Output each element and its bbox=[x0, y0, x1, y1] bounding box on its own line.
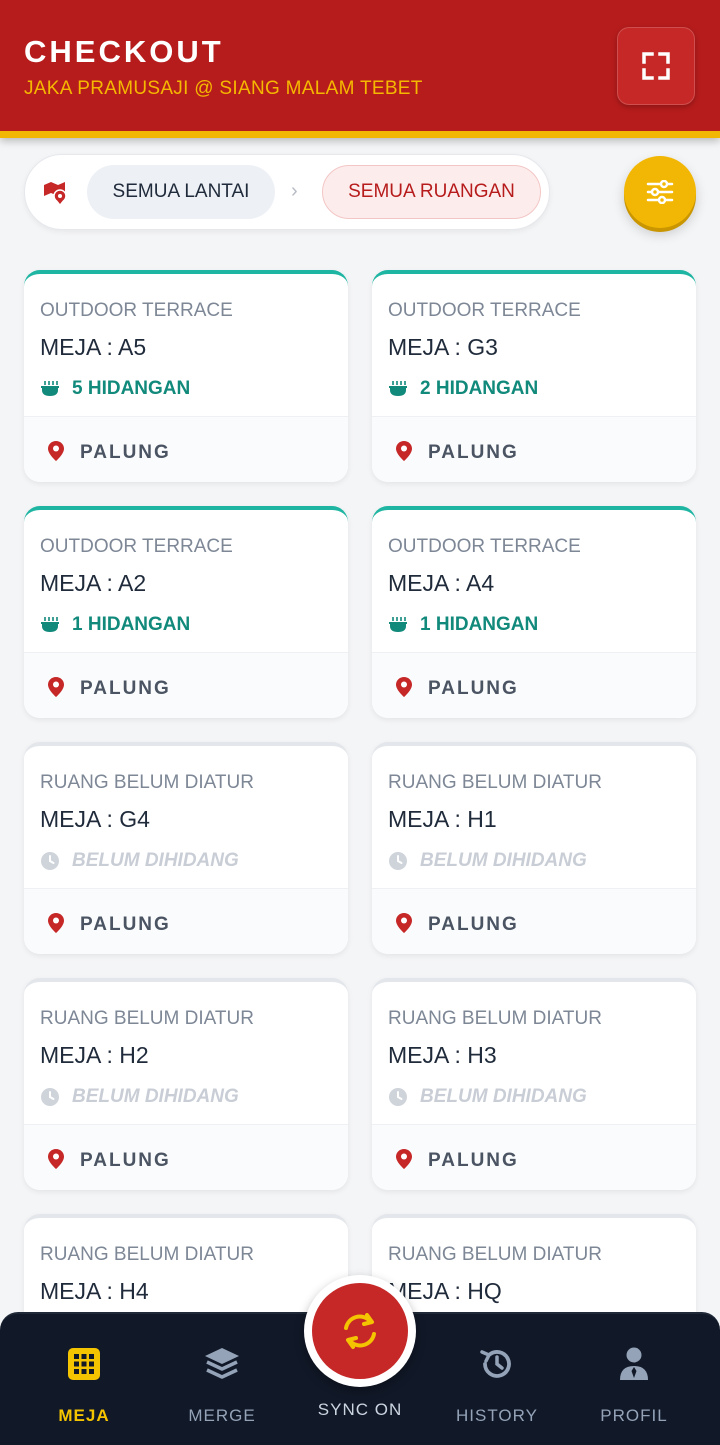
location-pin-icon bbox=[48, 1149, 64, 1174]
table-number: MEJA : H4 bbox=[40, 1278, 149, 1304]
nav-history[interactable]: HISTORY bbox=[437, 1314, 557, 1445]
location-name: PALUNG bbox=[80, 678, 171, 699]
serving-status: BELUM DIHIDANG bbox=[72, 850, 239, 871]
location-name: PALUNG bbox=[80, 914, 171, 935]
room-name: RUANG BELUM DIATUR bbox=[40, 1008, 254, 1029]
floor-filter-chip[interactable]: SEMUA LANTAI bbox=[87, 165, 275, 219]
dish-count: 1 HIDANGAN bbox=[420, 614, 539, 635]
location-pin-icon bbox=[396, 441, 412, 466]
history-icon bbox=[477, 1344, 517, 1384]
table-number: MEJA : H2 bbox=[40, 1042, 149, 1068]
nav-meja[interactable]: MEJA bbox=[24, 1314, 144, 1445]
room-filter-chip[interactable]: SEMUA RUANGAN bbox=[322, 165, 541, 219]
filter-settings-button[interactable] bbox=[624, 156, 696, 228]
nav-label: PROFIL bbox=[600, 1406, 668, 1425]
layers-icon bbox=[202, 1344, 242, 1384]
serving-status: BELUM DIHIDANG bbox=[420, 1086, 587, 1107]
table-card[interactable]: RUANG BELUM DIATUR MEJA : H2 BELUM DIHID… bbox=[24, 978, 348, 1190]
dish-icon bbox=[40, 379, 60, 399]
clock-icon bbox=[388, 851, 408, 871]
nav-profil[interactable]: PROFIL bbox=[574, 1314, 694, 1445]
location-pin-icon bbox=[48, 677, 64, 702]
sync-icon bbox=[344, 1313, 376, 1349]
dish-icon bbox=[388, 379, 408, 399]
table-number: MEJA : G3 bbox=[388, 334, 498, 360]
sync-button-inner bbox=[312, 1283, 408, 1379]
location-pin-icon bbox=[396, 913, 412, 938]
location-name: PALUNG bbox=[80, 1150, 171, 1171]
clock-icon bbox=[388, 1087, 408, 1107]
clock-icon bbox=[40, 1087, 60, 1107]
sliders-icon bbox=[646, 180, 674, 204]
serving-status: BELUM DIHIDANG bbox=[420, 850, 587, 871]
dish-count: 2 HIDANGAN bbox=[420, 378, 539, 399]
app-header: CHECKOUT JAKA PRAMUSAJI @ SIANG MALAM TE… bbox=[0, 0, 720, 138]
table-number: MEJA : A2 bbox=[40, 570, 147, 596]
room-name: OUTDOOR TERRACE bbox=[40, 536, 233, 557]
sync-button[interactable] bbox=[304, 1275, 416, 1387]
nav-label: MEJA bbox=[58, 1406, 110, 1425]
nav-merge[interactable]: MERGE bbox=[162, 1314, 282, 1445]
room-name: RUANG BELUM DIATUR bbox=[40, 772, 254, 793]
table-number: MEJA : A4 bbox=[388, 570, 495, 596]
chevron-right-icon: › bbox=[291, 180, 298, 202]
fullscreen-button[interactable] bbox=[617, 27, 695, 105]
location-name: PALUNG bbox=[80, 442, 171, 463]
dish-count: 1 HIDANGAN bbox=[72, 614, 191, 635]
table-card[interactable]: RUANG BELUM DIATUR MEJA : G4 BELUM DIHID… bbox=[24, 742, 348, 954]
dish-icon bbox=[40, 615, 60, 635]
location-name: PALUNG bbox=[428, 678, 519, 699]
table-card[interactable]: OUTDOOR TERRACE MEJA : A4 1 HIDANGAN PAL… bbox=[372, 506, 696, 718]
location-name: PALUNG bbox=[428, 1150, 519, 1171]
location-filter-bar: SEMUA LANTAI › SEMUA RUANGAN bbox=[24, 154, 550, 230]
room-name: RUANG BELUM DIATUR bbox=[388, 1008, 602, 1029]
location-pin-icon bbox=[396, 1149, 412, 1174]
table-number: MEJA : H1 bbox=[388, 806, 497, 832]
location-pin-icon bbox=[48, 913, 64, 938]
user-tie-icon bbox=[614, 1344, 654, 1384]
clock-icon bbox=[40, 851, 60, 871]
room-name: RUANG BELUM DIATUR bbox=[40, 1244, 254, 1265]
table-card[interactable]: OUTDOOR TERRACE MEJA : A2 1 HIDANGAN PAL… bbox=[24, 506, 348, 718]
dish-icon bbox=[388, 615, 408, 635]
room-name: RUANG BELUM DIATUR bbox=[388, 1244, 602, 1265]
table-card[interactable]: RUANG BELUM DIATUR MEJA : H1 BELUM DIHID… bbox=[372, 742, 696, 954]
table-number: MEJA : A5 bbox=[40, 334, 147, 360]
table-card[interactable]: OUTDOOR TERRACE MEJA : A5 5 HIDANGAN PAL… bbox=[24, 270, 348, 482]
nav-label: HISTORY bbox=[456, 1406, 538, 1425]
room-name: OUTDOOR TERRACE bbox=[40, 300, 233, 321]
dish-count: 5 HIDANGAN bbox=[72, 378, 191, 399]
room-name: OUTDOOR TERRACE bbox=[388, 300, 581, 321]
grid-icon bbox=[64, 1344, 104, 1384]
table-card[interactable]: OUTDOOR TERRACE MEJA : G3 2 HIDANGAN PAL… bbox=[372, 270, 696, 482]
checkout-page: CHECKOUT JAKA PRAMUSAJI @ SIANG MALAM TE… bbox=[0, 0, 720, 1445]
location-pin-icon bbox=[396, 677, 412, 702]
table-number: MEJA : H3 bbox=[388, 1042, 497, 1068]
location-name: PALUNG bbox=[428, 914, 519, 935]
room-name: RUANG BELUM DIATUR bbox=[388, 772, 602, 793]
table-card[interactable]: RUANG BELUM DIATUR MEJA : H3 BELUM DIHID… bbox=[372, 978, 696, 1190]
room-name: OUTDOOR TERRACE bbox=[388, 536, 581, 557]
location-pin-icon bbox=[48, 441, 64, 466]
table-number: MEJA : G4 bbox=[40, 806, 150, 832]
page-title: CHECKOUT bbox=[24, 34, 224, 69]
location-name: PALUNG bbox=[428, 442, 519, 463]
fullscreen-icon bbox=[642, 52, 670, 80]
map-pin-icon bbox=[43, 181, 69, 210]
sync-label: SYNC ON bbox=[317, 1400, 403, 1419]
nav-label: MERGE bbox=[188, 1406, 256, 1425]
serving-status: BELUM DIHIDANG bbox=[72, 1086, 239, 1107]
waiter-subtitle: JAKA PRAMUSAJI @ SIANG MALAM TEBET bbox=[24, 78, 423, 99]
